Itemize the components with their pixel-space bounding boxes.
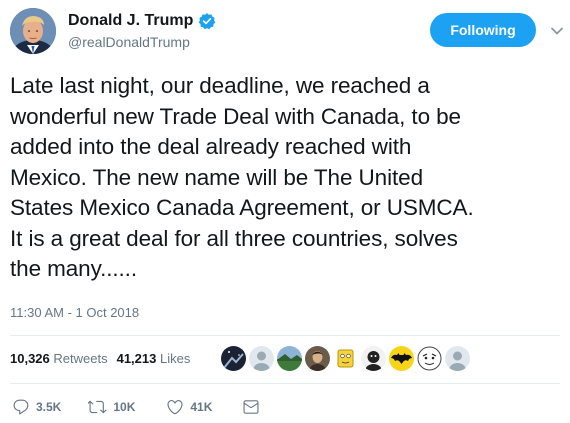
retweets-count: 10,326 xyxy=(10,351,50,366)
liker-avatar-batman-logo[interactable] xyxy=(389,346,414,371)
name-row: Donald J. Trump xyxy=(68,11,216,31)
retweet-count: 10K xyxy=(113,400,136,414)
liker-avatar-cartoon[interactable] xyxy=(417,346,442,371)
liker-avatar-default-person-2[interactable] xyxy=(445,346,470,371)
user-handle[interactable]: @realDonaldTrump xyxy=(68,34,216,50)
liker-avatar-space-photo[interactable] xyxy=(221,346,246,371)
reply-button[interactable]: 3.5K xyxy=(12,398,61,416)
reply-icon xyxy=(12,398,30,416)
tweet-timestamp[interactable]: 11:30 AM - 1 Oct 2018 xyxy=(10,305,139,320)
retweet-icon xyxy=(88,398,107,416)
liker-avatar-yellow-character[interactable] xyxy=(333,346,358,371)
user-info: Donald J. Trump @realDonaldTrump xyxy=(68,11,216,50)
reply-count: 3.5K xyxy=(36,400,62,414)
like-button[interactable]: 41K xyxy=(166,398,212,416)
tweet-card: Donald J. Trump @realDonaldTrump Followi… xyxy=(0,0,570,423)
direct-message-button[interactable] xyxy=(242,398,260,416)
tweet-stats: 10,326 Retweets 41,213 Likes xyxy=(10,351,190,366)
liker-avatars xyxy=(221,346,470,371)
verified-badge-icon xyxy=(198,12,216,30)
divider xyxy=(10,383,560,384)
like-count: 41K xyxy=(190,400,213,414)
heart-icon xyxy=(166,398,184,416)
retweet-button[interactable]: 10K xyxy=(88,398,135,416)
likes-count: 41,213 xyxy=(116,351,157,366)
tweet-header: Donald J. Trump @realDonaldTrump Followi… xyxy=(10,8,563,58)
chevron-down-icon[interactable] xyxy=(550,24,564,38)
liker-avatar-landscape[interactable] xyxy=(277,346,302,371)
tweet-text: Late last night, our deadline, we reache… xyxy=(10,73,474,281)
avatar[interactable] xyxy=(10,8,56,54)
following-button[interactable]: Following xyxy=(430,13,536,47)
liker-avatar-dark-figure[interactable] xyxy=(361,346,386,371)
envelope-icon xyxy=(242,398,260,416)
display-name[interactable]: Donald J. Trump xyxy=(68,12,193,30)
liker-avatar-portrait[interactable] xyxy=(305,346,330,371)
divider xyxy=(10,335,560,336)
retweets-label: Retweets xyxy=(53,351,108,366)
tweet-actions: 3.5K 10K 41K xyxy=(10,398,260,416)
retweets-stat[interactable]: 10,326 Retweets xyxy=(10,351,108,366)
liker-avatar-default-person[interactable] xyxy=(249,346,274,371)
likes-label: Likes xyxy=(159,351,191,366)
likes-stat[interactable]: 41,213 Likes xyxy=(117,351,191,366)
